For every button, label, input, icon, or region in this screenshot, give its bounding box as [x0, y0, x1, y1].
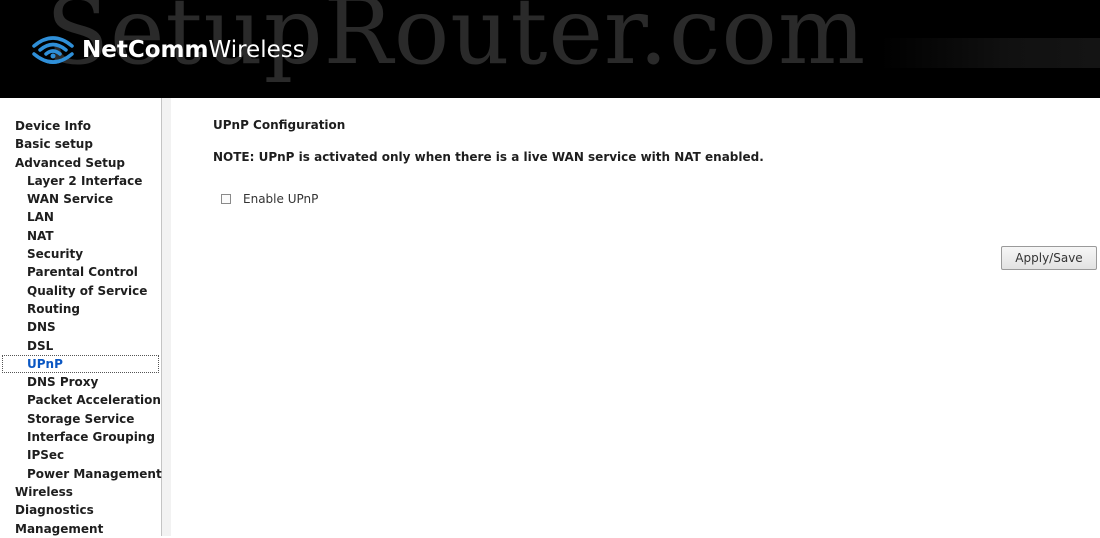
- sidebar-item-dsl[interactable]: DSL: [0, 337, 161, 355]
- sidebar-item-ipsec[interactable]: IPSec: [0, 446, 161, 464]
- sidebar-item-basic-setup[interactable]: Basic setup: [0, 135, 161, 153]
- sidebar-divider: [162, 98, 171, 536]
- sidebar-item-advanced-setup[interactable]: Advanced Setup: [0, 154, 161, 172]
- brand-name-bold: NetComm: [82, 37, 209, 63]
- sidebar-item-device-info[interactable]: Device Info: [0, 117, 161, 135]
- sidebar-item-diagnostics[interactable]: Diagnostics: [0, 501, 161, 519]
- brand-name-light: Wireless: [208, 37, 305, 63]
- sidebar-item-packet-acceleration[interactable]: Packet Acceleration: [0, 391, 161, 409]
- sidebar-item-storage-service[interactable]: Storage Service: [0, 410, 161, 428]
- sidebar-item-interface-grouping[interactable]: Interface Grouping: [0, 428, 161, 446]
- sidebar-item-nat[interactable]: NAT: [0, 227, 161, 245]
- sidebar-item-parental-control[interactable]: Parental Control: [0, 263, 161, 281]
- brand-name: NetCommWireless: [82, 37, 305, 63]
- header-banner: SetupRouter.com NetCommWireless: [0, 0, 1100, 98]
- enable-upnp-row: Enable UPnP: [221, 192, 318, 206]
- enable-upnp-label[interactable]: Enable UPnP: [243, 192, 318, 206]
- header-fade: [880, 38, 1100, 68]
- sidebar-item-security[interactable]: Security: [0, 245, 161, 263]
- page-title: UPnP Configuration: [213, 118, 346, 132]
- wifi-signal-icon: [32, 36, 74, 64]
- sidebar-item-wireless[interactable]: Wireless: [0, 483, 161, 501]
- sidebar-item-dns-proxy[interactable]: DNS Proxy: [0, 373, 161, 391]
- enable-upnp-checkbox[interactable]: [221, 194, 231, 204]
- sidebar-item-routing[interactable]: Routing: [0, 300, 161, 318]
- sidebar-item-management[interactable]: Management: [0, 520, 161, 538]
- upnp-note: NOTE: UPnP is activated only when there …: [213, 150, 764, 164]
- main-content: UPnP Configuration NOTE: UPnP is activat…: [213, 98, 1100, 536]
- sidebar-item-quality-of-service[interactable]: Quality of Service: [0, 282, 161, 300]
- sidebar-item-upnp[interactable]: UPnP: [2, 354, 159, 374]
- brand-logo: NetCommWireless: [28, 30, 305, 70]
- sidebar-item-power-management[interactable]: Power Management: [0, 465, 162, 483]
- nav-list: Device Info Basic setup Advanced Setup Laye…: [0, 117, 162, 538]
- sidebar-item-layer-2-interface[interactable]: Layer 2 Interface: [0, 172, 161, 190]
- sidebar-nav: Device Info Basic setup Advanced Setup Laye…: [0, 98, 162, 536]
- sidebar-item-wan-service[interactable]: WAN Service: [0, 190, 161, 208]
- apply-save-button[interactable]: Apply/Save: [1001, 246, 1097, 270]
- sidebar-item-dns[interactable]: DNS: [0, 318, 161, 336]
- sidebar-item-lan[interactable]: LAN: [0, 208, 161, 226]
